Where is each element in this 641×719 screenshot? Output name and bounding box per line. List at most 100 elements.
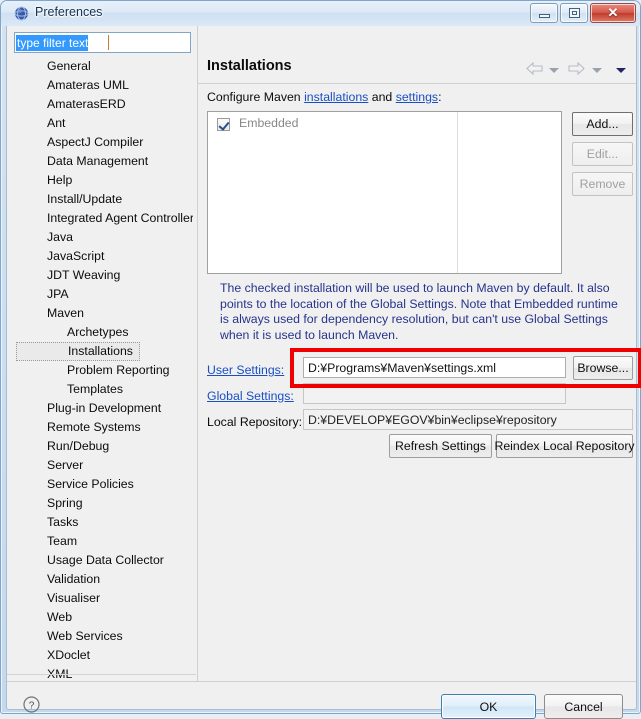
sidebar-item-plug-in-development[interactable]: Plug-in Development	[14, 399, 193, 418]
sidebar-item-label: Validation	[47, 572, 101, 586]
sidebar-item-label: Spring	[47, 496, 83, 510]
remove-button-label: Remove	[579, 177, 626, 191]
add-button-label: Add...	[586, 117, 619, 131]
sidebar-item-amateras-uml[interactable]: Amateras UML	[14, 76, 193, 95]
sidebar-item-xdoclet[interactable]: XDoclet	[14, 646, 193, 665]
list-column-divider	[457, 112, 458, 273]
sidebar-item-jpa[interactable]: JPA	[14, 285, 193, 304]
sidebar-item-label: Server	[47, 458, 84, 472]
sidebar-item-installations[interactable]: Installations	[16, 342, 140, 361]
sidebar-item-install-update[interactable]: Install/Update	[14, 190, 193, 209]
help-icon[interactable]: ?	[23, 696, 40, 713]
sidebar-item-label: Team	[47, 534, 78, 548]
installations-list[interactable]: Embedded	[207, 111, 562, 274]
global-settings-link[interactable]: Global Settings:	[207, 389, 294, 403]
back-history-chevron-down-icon[interactable]	[548, 67, 559, 73]
cancel-button[interactable]: Cancel	[544, 694, 623, 719]
red-highlight-annotation	[290, 348, 641, 388]
sidebar-item-label: Web Services	[47, 629, 123, 643]
sidebar-item-data-management[interactable]: Data Management	[14, 152, 193, 171]
sidebar-item-jdt-weaving[interactable]: JDT Weaving	[14, 266, 193, 285]
search-input[interactable]: type filter text	[14, 32, 191, 53]
installations-link[interactable]: installations	[304, 90, 368, 104]
filter-input-value: type filter text	[16, 35, 89, 51]
sidebar-item-validation[interactable]: Validation	[14, 570, 193, 589]
pane-splitter[interactable]	[197, 26, 198, 681]
sidebar-item-xml[interactable]: XML	[14, 665, 193, 678]
sidebar-item-help[interactable]: Help	[14, 171, 193, 190]
sidebar-item-general[interactable]: General	[14, 57, 193, 76]
maximize-button[interactable]	[560, 3, 588, 23]
reindex-local-repository-button[interactable]: Reindex Local Repository	[494, 434, 635, 458]
sidebar-item-usage-data-collector[interactable]: Usage Data Collector	[14, 551, 193, 570]
minimize-button[interactable]	[530, 3, 558, 23]
window-title: Preferences	[35, 5, 103, 19]
sidebar-item-java[interactable]: Java	[14, 228, 193, 247]
configure-middle: and	[368, 90, 396, 104]
local-repository-label: Local Repository:	[207, 415, 303, 429]
sidebar-item-label: Help	[47, 173, 73, 187]
user-settings-label[interactable]: User Settings:	[207, 363, 284, 377]
sidebar-item-javascript[interactable]: JavaScript	[14, 247, 193, 266]
sidebar-item-tasks[interactable]: Tasks	[14, 513, 193, 532]
sidebar-item-label: JDT Weaving	[47, 268, 121, 282]
sidebar-item-aspectj-compiler[interactable]: AspectJ Compiler	[14, 133, 193, 152]
sidebar-item-server[interactable]: Server	[14, 456, 193, 475]
remove-button[interactable]: Remove	[572, 172, 633, 196]
sidebar-item-team[interactable]: Team	[14, 532, 193, 551]
header-separator	[198, 83, 636, 84]
sidebar-item-run-debug[interactable]: Run/Debug	[14, 437, 193, 456]
sidebar-item-label: Amateras UML	[47, 78, 130, 92]
sidebar-item-templates[interactable]: Templates	[14, 380, 193, 399]
sidebar-item-label: Install/Update	[47, 192, 123, 206]
tree-bottom-divider	[7, 674, 196, 675]
sidebar-item-label: Plug-in Development	[47, 401, 162, 415]
reindex-label: Reindex Local Repository	[494, 439, 635, 453]
view-menu-chevron-down-icon[interactable]	[616, 67, 626, 73]
sidebar-item-label: Problem Reporting	[67, 363, 170, 377]
sidebar-item-label: General	[47, 59, 91, 73]
sidebar-item-amateraserd[interactable]: AmaterasERD	[14, 95, 193, 114]
settings-link[interactable]: settings	[396, 90, 438, 104]
sidebar-item-label: AmaterasERD	[47, 97, 126, 111]
sidebar-item-web[interactable]: Web	[14, 608, 193, 627]
sidebar-item-web-services[interactable]: Web Services	[14, 627, 193, 646]
local-repository-value: D:¥DEVELOP¥EGOV¥bin¥eclipse¥repository	[303, 409, 633, 430]
configure-suffix: :	[438, 90, 442, 104]
sidebar-item-label: Remote Systems	[47, 420, 141, 434]
sidebar-item-maven[interactable]: Maven	[14, 304, 193, 323]
global-settings-label[interactable]: Global Settings:	[207, 389, 294, 403]
configure-maven-line: Configure Maven installations and settin…	[207, 90, 442, 104]
sidebar-item-label: Java	[47, 230, 73, 244]
sidebar-item-label: Web	[47, 610, 73, 624]
add-button[interactable]: Add...	[572, 112, 633, 136]
sidebar-item-label: AspectJ Compiler	[47, 135, 144, 149]
forward-arrow-icon[interactable]	[568, 61, 586, 78]
back-arrow-icon[interactable]	[525, 61, 543, 78]
sidebar-item-label: Integrated Agent Controller	[47, 211, 193, 225]
preferences-tree[interactable]: General Amateras UML AmaterasERD Ant AspectJ…	[14, 57, 193, 678]
sidebar-item-integrated-agent-controller[interactable]: Integrated Agent Controller	[14, 209, 193, 228]
dialog-client-area: type filter text General Amateras UML Amat…	[6, 26, 641, 719]
sidebar-item-remote-systems[interactable]: Remote Systems	[14, 418, 193, 437]
installation-name: Embedded	[239, 116, 299, 130]
sidebar-item-label: Service Policies	[47, 477, 134, 491]
ok-button[interactable]: OK	[441, 694, 536, 719]
sidebar-item-label: JavaScript	[47, 249, 105, 263]
sidebar-item-archetypes[interactable]: Archetypes	[14, 323, 193, 342]
sidebar-item-spring[interactable]: Spring	[14, 494, 193, 513]
forward-history-chevron-down-icon[interactable]	[591, 67, 602, 73]
sidebar-item-problem-reporting[interactable]: Problem Reporting	[14, 361, 193, 380]
installation-checkbox[interactable]	[217, 118, 230, 131]
sidebar-item-service-policies[interactable]: Service Policies	[14, 475, 193, 494]
footer-separator	[7, 681, 636, 682]
edit-button[interactable]: Edit...	[572, 142, 633, 166]
sidebar-item-ant[interactable]: Ant	[14, 114, 193, 133]
sidebar-item-label: Maven	[47, 306, 84, 320]
sidebar-item-visualiser[interactable]: Visualiser	[14, 589, 193, 608]
refresh-settings-label: Refresh Settings	[395, 439, 486, 453]
user-settings-link[interactable]: User Settings:	[207, 363, 284, 377]
refresh-settings-button[interactable]: Refresh Settings	[389, 434, 492, 458]
table-row[interactable]: Embedded	[208, 115, 561, 133]
close-button[interactable]: ✕	[590, 3, 636, 23]
